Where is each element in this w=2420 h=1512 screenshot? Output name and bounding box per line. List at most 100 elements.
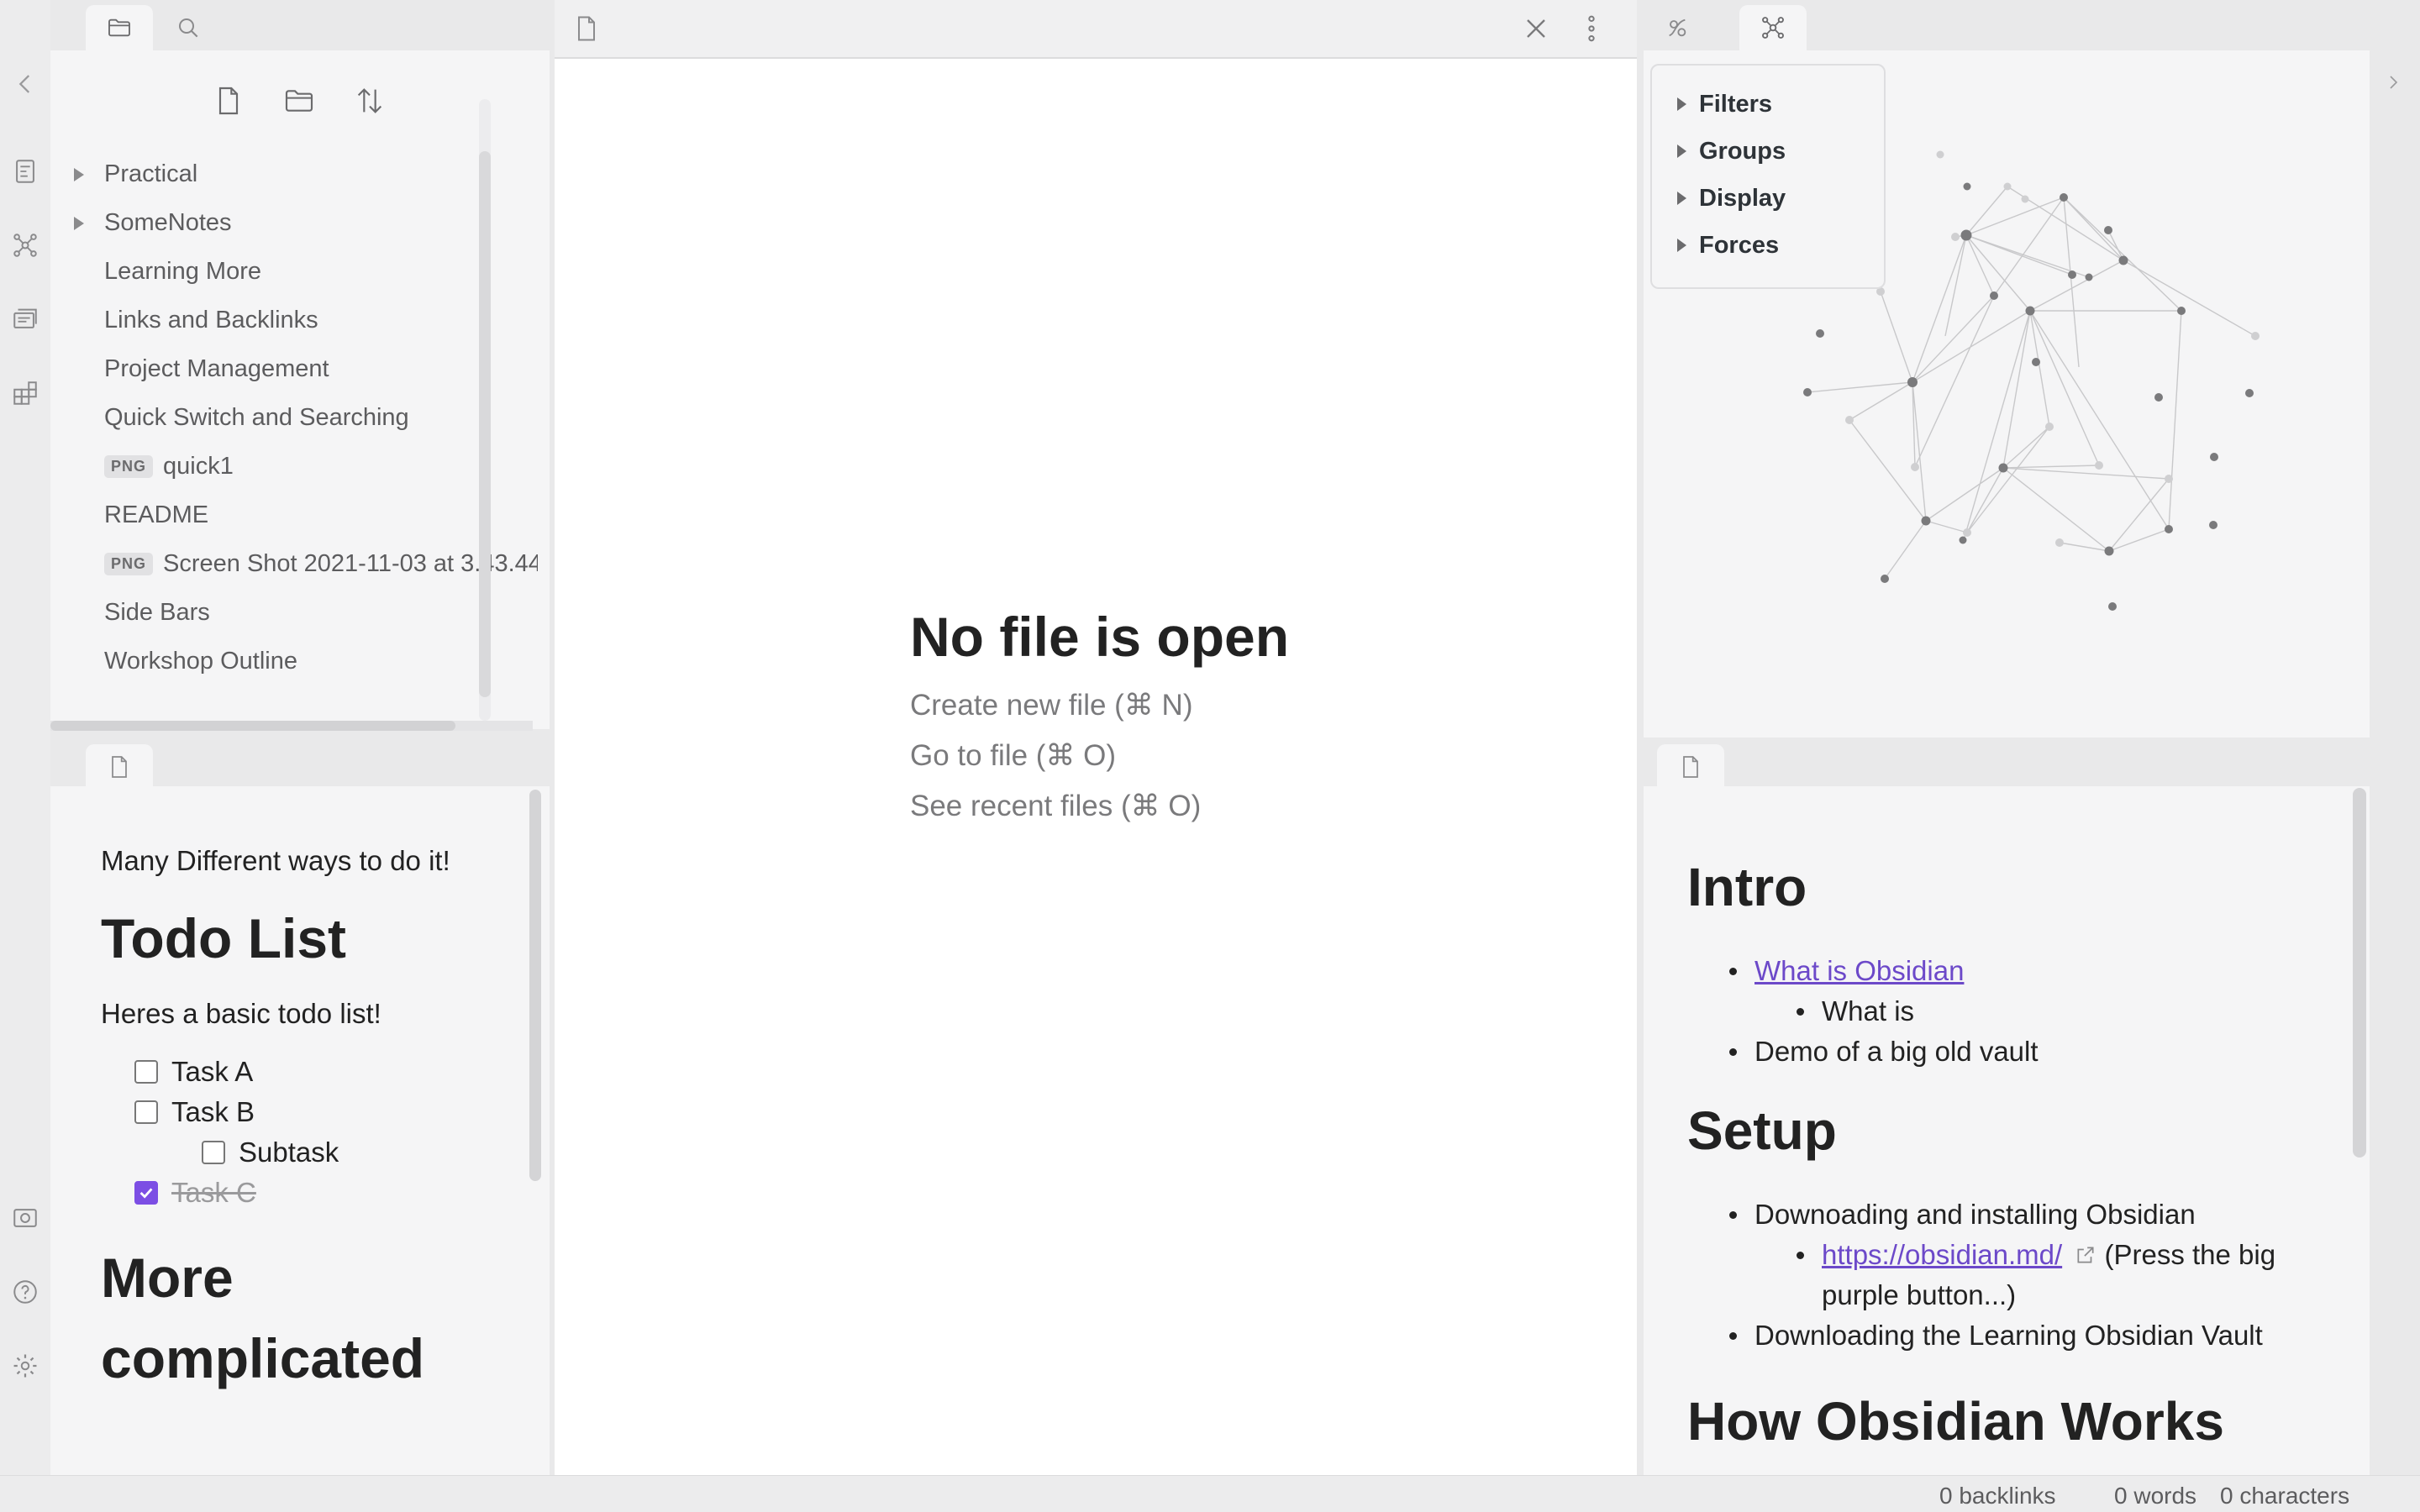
graph-control-label: Forces xyxy=(1699,231,1780,259)
ribbon-graph-button[interactable] xyxy=(8,228,42,262)
tab-file-explorer[interactable] xyxy=(86,5,153,50)
tab-right-note[interactable] xyxy=(1657,744,1724,790)
task-label: Task A xyxy=(171,1056,254,1088)
file-icon xyxy=(1683,756,1698,778)
tab-search[interactable] xyxy=(155,5,222,50)
character-count: 0 characters xyxy=(2220,1483,2350,1509)
new-note-button[interactable] xyxy=(205,77,252,124)
todo-heading: Todo List xyxy=(101,907,347,970)
folder-item[interactable]: SomeNotes xyxy=(50,198,538,247)
list-item: Downloading the Learning Obsidian Vault xyxy=(1687,1315,2326,1356)
more-options-button[interactable] xyxy=(1575,12,1608,45)
task-label: Task B xyxy=(171,1096,255,1128)
folder-item[interactable]: Practical xyxy=(50,150,538,198)
how-obsidian-works-heading: How Obsidian Works xyxy=(1687,1391,2224,1452)
sort-button[interactable] xyxy=(346,77,393,124)
left-note-scrollbar[interactable] xyxy=(529,790,541,1181)
graph-icon xyxy=(13,234,37,257)
obsidian-website-link[interactable]: https://obsidian.md/ xyxy=(1822,1239,2062,1270)
ribbon-vault-button[interactable] xyxy=(8,1201,42,1235)
graph-groups-toggle[interactable]: Groups xyxy=(1652,128,1884,175)
graph-view: Filters Groups Display Forces xyxy=(1644,50,2370,738)
collapse-left-sidebar-button[interactable] xyxy=(8,67,42,101)
file-tree: Practical SomeNotes Learning More Links and… xyxy=(50,150,538,685)
chevron-right-icon[interactable] xyxy=(2383,72,2403,92)
empty-state-actions: Create new file (⌘ N) Go to file (⌘ O) S… xyxy=(910,689,1289,823)
note-paragraph: Heres a basic todo list! xyxy=(101,997,381,1029)
file-item[interactable]: PNG quick1 xyxy=(50,442,538,491)
intro-list: What is Obsidian What is Demo of a big o… xyxy=(1687,951,2326,1072)
task-item: Task B xyxy=(101,1092,521,1132)
right-sidebar-tab-bar xyxy=(1644,0,2370,50)
graph-forces-toggle[interactable]: Forces xyxy=(1652,222,1884,269)
file-type-badge: PNG xyxy=(104,454,154,478)
graph-filters-toggle[interactable]: Filters xyxy=(1652,81,1884,128)
task-item: Task C xyxy=(101,1173,521,1213)
list-item: Downoading and installing Obsidian xyxy=(1687,1194,2326,1235)
close-button[interactable] xyxy=(1519,12,1553,45)
caret-right-icon xyxy=(1677,192,1686,205)
note-paragraph: Many Different ways to do it! xyxy=(101,845,450,876)
file-item[interactable]: README xyxy=(50,491,538,539)
search-icon xyxy=(179,18,198,38)
file-explorer: Practical SomeNotes Learning More Links and… xyxy=(50,50,550,729)
file-item[interactable]: Project Management xyxy=(50,344,538,393)
graph-control-label: Filters xyxy=(1699,90,1773,118)
right-note-scrollbar[interactable] xyxy=(2353,788,2366,1158)
intro-heading: Intro xyxy=(1687,857,1807,917)
file-item[interactable]: Learning More xyxy=(50,247,538,296)
ribbon-help-button[interactable] xyxy=(8,1275,42,1309)
sort-icon xyxy=(357,88,382,113)
gear-icon xyxy=(13,1354,37,1378)
tab-left-note[interactable] xyxy=(86,744,153,790)
file-item[interactable]: Links and Backlinks xyxy=(50,296,538,344)
ribbon-settings-button[interactable] xyxy=(8,1349,42,1383)
tab-local-graph[interactable] xyxy=(1739,5,1807,50)
task-checkbox[interactable] xyxy=(202,1141,225,1165)
file-explorer-scrollbar[interactable] xyxy=(479,151,491,697)
notes-icon xyxy=(16,160,34,183)
file-item[interactable]: Quick Switch and Searching xyxy=(50,393,538,442)
graph-icon xyxy=(1762,17,1784,39)
tab-backlinks[interactable] xyxy=(1644,5,1711,50)
graph-display-toggle[interactable]: Display xyxy=(1652,175,1884,222)
file-item[interactable]: Side Bars xyxy=(50,588,538,637)
go-to-file-link[interactable]: Go to file (⌘ O) xyxy=(910,739,1289,773)
create-new-file-link[interactable]: Create new file (⌘ N) xyxy=(910,689,1289,722)
left-sidebar-tab-bar xyxy=(50,0,555,50)
new-folder-button[interactable] xyxy=(276,77,323,124)
file-item[interactable]: Workshop Outline xyxy=(50,637,538,685)
list-item: https://obsidian.md/ (Press the big purpl… xyxy=(1687,1235,2326,1315)
more-vertical-icon xyxy=(1588,15,1595,42)
list-item: What is Obsidian xyxy=(1687,951,2326,991)
file-label: README xyxy=(104,501,209,528)
file-label: Practical xyxy=(104,160,198,187)
caret-right-icon[interactable] xyxy=(74,217,84,230)
file-item[interactable]: PNGScreen Shot 2021-11-03 at 3.43.44 PM xyxy=(50,539,538,588)
list-item: Demo of a big old vault xyxy=(1687,1032,2326,1072)
caret-right-icon xyxy=(1677,239,1686,252)
ribbon-slides-button[interactable] xyxy=(8,302,42,336)
file-label: SomeNotes xyxy=(104,208,232,236)
caret-right-icon xyxy=(1677,97,1686,111)
caret-right-icon[interactable] xyxy=(74,168,84,181)
what-is-obsidian-link[interactable]: What is Obsidian xyxy=(1754,955,1964,986)
ribbon-kanban-button[interactable] xyxy=(8,376,42,410)
list-item: What is xyxy=(1687,991,2326,1032)
file-explorer-hscrollbar[interactable] xyxy=(50,721,455,731)
folder-icon xyxy=(108,18,130,37)
see-recent-files-link[interactable]: See recent files (⌘ O) xyxy=(910,790,1289,823)
status-bar: 0 backlinks 0 words 0 characters xyxy=(0,1475,2420,1512)
ribbon-notes-button[interactable] xyxy=(8,155,42,188)
backlinks-count[interactable]: 0 backlinks xyxy=(1939,1483,2056,1509)
task-checkbox[interactable] xyxy=(134,1060,158,1084)
task-checkbox[interactable] xyxy=(134,1100,158,1125)
vault-icon xyxy=(13,1209,37,1227)
right-note-pane: Intro What is Obsidian What is Demo of a… xyxy=(1644,786,2370,1475)
file-explorer-toolbar xyxy=(50,50,550,148)
chevron-left-icon xyxy=(18,75,30,93)
file-icon xyxy=(112,756,127,778)
help-icon xyxy=(13,1280,37,1304)
task-checkbox[interactable] xyxy=(134,1181,158,1205)
todo-list: Task A Task B Subtask Task C xyxy=(101,1052,521,1213)
